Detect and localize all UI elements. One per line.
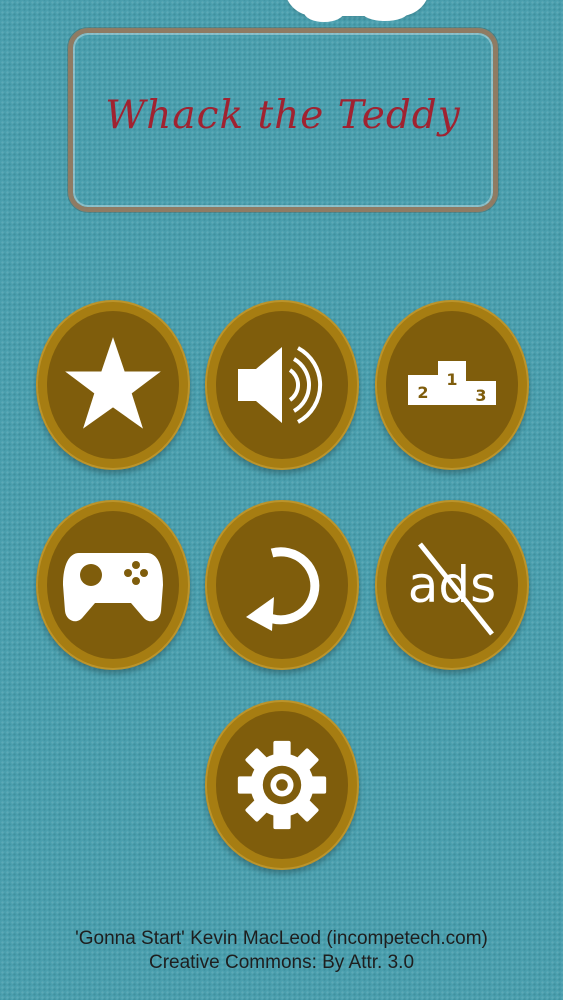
cloud-decoration	[284, 0, 430, 22]
remove-ads-button[interactable]: ads	[375, 500, 529, 670]
restart-button[interactable]	[205, 500, 359, 670]
credits-line-1: 'Gonna Start' Kevin MacLeod (incompetech…	[75, 928, 488, 949]
gamepad-icon	[63, 553, 163, 622]
podium-label-2: 2	[417, 383, 428, 402]
speaker-icon	[238, 346, 323, 424]
title-panel: Whack the Teddy	[68, 28, 498, 212]
sound-button[interactable]	[205, 300, 359, 470]
star-icon	[65, 337, 161, 429]
podium-label-3: 3	[475, 386, 486, 405]
rate-button[interactable]	[36, 300, 190, 470]
podium-icon: 1 2 3	[408, 361, 496, 405]
podium-label-1: 1	[446, 370, 457, 389]
games-button[interactable]	[36, 500, 190, 670]
no-ads-icon: ads	[408, 542, 496, 636]
credits-line-2: Creative Commons: By Attr. 3.0	[148, 952, 415, 973]
leaderboard-button[interactable]: 1 2 3	[375, 300, 529, 470]
game-title: Whack the Teddy	[105, 93, 461, 138]
gear-icon	[237, 740, 327, 830]
settings-button[interactable]	[205, 700, 359, 870]
music-credits: 'Gonna Start' Kevin MacLeod (incompetech…	[0, 927, 563, 975]
refresh-icon	[246, 547, 320, 631]
